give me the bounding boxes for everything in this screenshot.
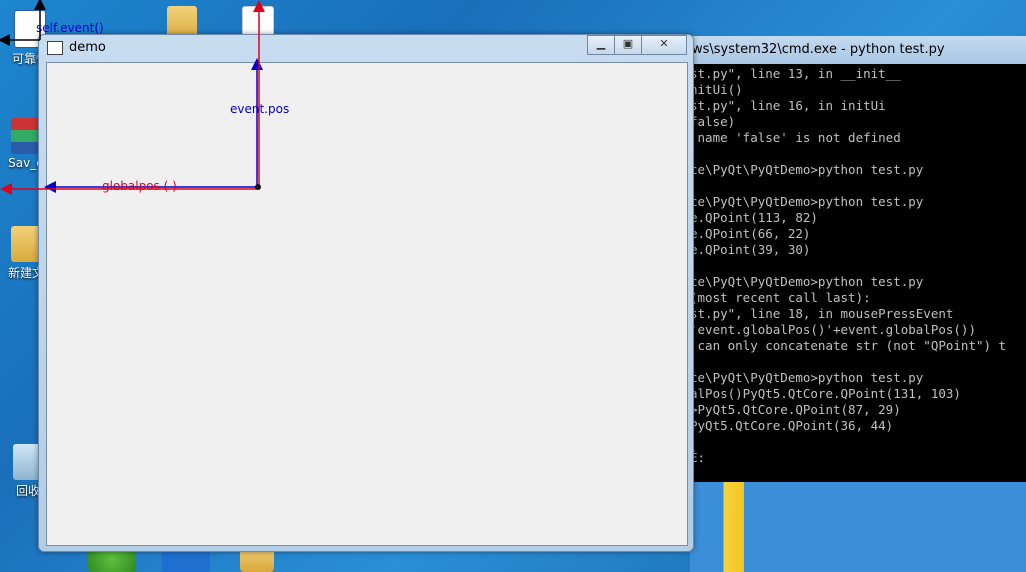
self-event-label: self.event() <box>36 21 104 35</box>
event-pos-label: event.pos <box>230 102 289 116</box>
global-pos-label: globalpos ( ) <box>102 179 177 193</box>
annotation-overlay: event.pos globalpos ( ) self.event() <box>0 0 289 195</box>
click-point <box>255 184 261 190</box>
